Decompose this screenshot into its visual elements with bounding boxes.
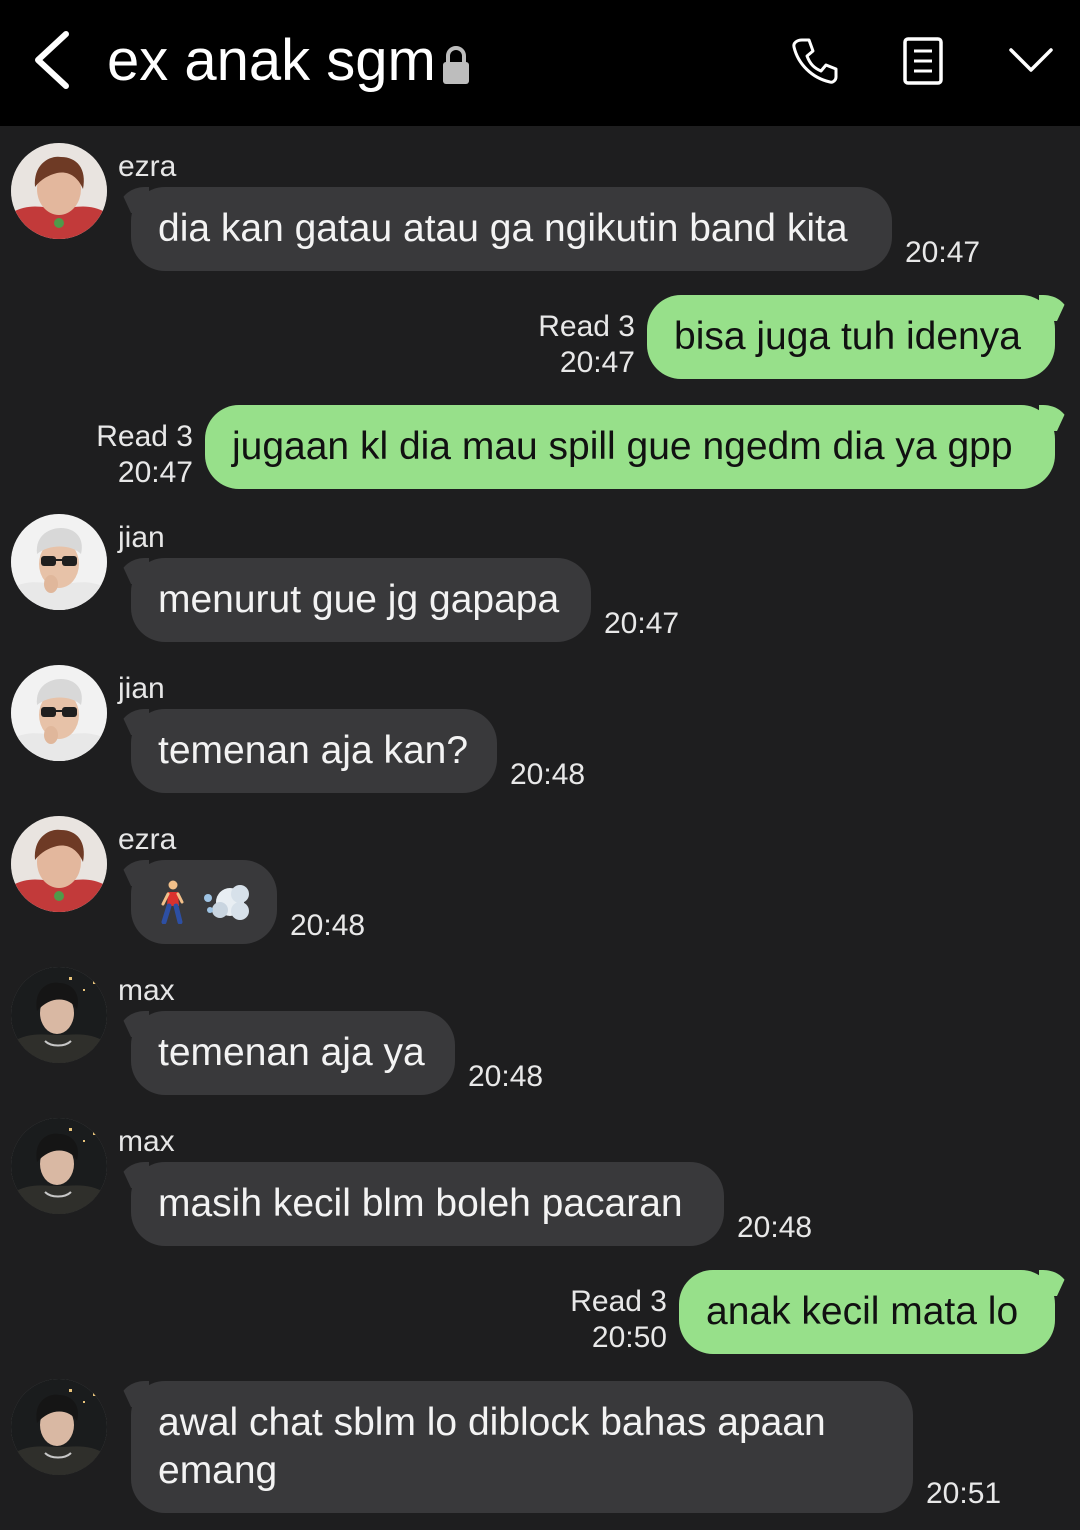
chat-title: ex anak sgm (107, 24, 472, 98)
message-time: 20:50 (591, 1321, 667, 1354)
message-time: 20:48 (468, 1060, 544, 1093)
message-meta: Read 3 20:47 (520, 309, 635, 381)
read-receipt: Read 3 (570, 1285, 667, 1318)
phone-icon[interactable] (790, 36, 840, 86)
avatar-jian[interactable] (11, 514, 107, 610)
read-receipt: Read 3 (96, 420, 193, 453)
avatar-ezra[interactable] (11, 143, 107, 239)
lock-icon (442, 46, 469, 84)
emoji-row (158, 878, 250, 926)
message-text: menurut gue jg gapapa (158, 578, 560, 621)
notes-icon[interactable] (902, 36, 944, 86)
person-walking-emoji (161, 880, 184, 924)
sender-name: max (118, 1125, 175, 1158)
dash-emoji (204, 885, 249, 920)
message-bubble[interactable]: awal chat sblm lo diblock bahas apaan em… (131, 1381, 913, 1513)
message-bubble[interactable]: anak kecil mata lo (679, 1270, 1055, 1354)
message-bubble[interactable]: temenan aja ya (131, 1011, 455, 1095)
sender-name: max (118, 974, 175, 1007)
message-bubble[interactable]: masih kecil blm boleh pacaran (131, 1162, 724, 1246)
message-time: 20:47 (604, 607, 680, 640)
avatar-max[interactable] (11, 967, 107, 1063)
message-text: masih kecil blm boleh pacaran (158, 1182, 683, 1225)
message-meta: Read 3 20:50 (552, 1284, 667, 1356)
message-bubble[interactable]: jugaan kl dia mau spill gue ngedm dia ya… (205, 405, 1055, 489)
message-bubble[interactable]: dia kan gatau atau ga ngikutin band kita (131, 187, 892, 271)
read-receipt: Read 3 (538, 310, 635, 343)
sender-name: ezra (118, 150, 177, 183)
avatar-max[interactable] (11, 1379, 107, 1475)
message-time: 20:47 (905, 236, 981, 269)
message-bubble[interactable] (131, 860, 277, 944)
message-time: 20:48 (510, 758, 586, 791)
message-text: jugaan kl dia mau spill gue ngedm dia ya… (232, 425, 1013, 468)
message-bubble[interactable]: temenan aja kan? (131, 709, 497, 793)
message-text: anak kecil mata lo (706, 1290, 1019, 1333)
message-meta: Read 3 20:47 (78, 419, 193, 491)
message-time: 20:48 (737, 1211, 813, 1244)
message-text-line-1: awal chat sblm lo diblock bahas apaan (158, 1401, 826, 1444)
avatar-ezra[interactable] (11, 816, 107, 912)
sender-name: ezra (118, 823, 177, 856)
chevron-down-icon[interactable] (1008, 44, 1054, 76)
message-text: dia kan gatau atau ga ngikutin band kita (158, 207, 848, 250)
message-time: 20:48 (290, 909, 366, 942)
message-time: 20:51 (926, 1477, 1002, 1510)
message-bubble[interactable]: bisa juga tuh idenya (647, 295, 1055, 379)
avatar-max[interactable] (11, 1118, 107, 1214)
sender-name: jian (118, 521, 165, 554)
message-time: 20:47 (117, 456, 193, 489)
message-text: bisa juga tuh idenya (674, 315, 1021, 358)
chevron-left-icon[interactable] (30, 28, 74, 92)
sender-name: jian (118, 672, 165, 705)
message-bubble[interactable]: menurut gue jg gapapa (131, 558, 591, 642)
avatar-jian[interactable] (11, 665, 107, 761)
message-text-line-2: emang (158, 1449, 278, 1492)
message-text: temenan aja kan? (158, 729, 469, 772)
chat-header: ex anak sgm (0, 0, 1080, 126)
message-text: temenan aja ya (158, 1031, 425, 1074)
chat-title-text: ex anak sgm (107, 28, 436, 93)
message-time: 20:47 (559, 346, 635, 379)
